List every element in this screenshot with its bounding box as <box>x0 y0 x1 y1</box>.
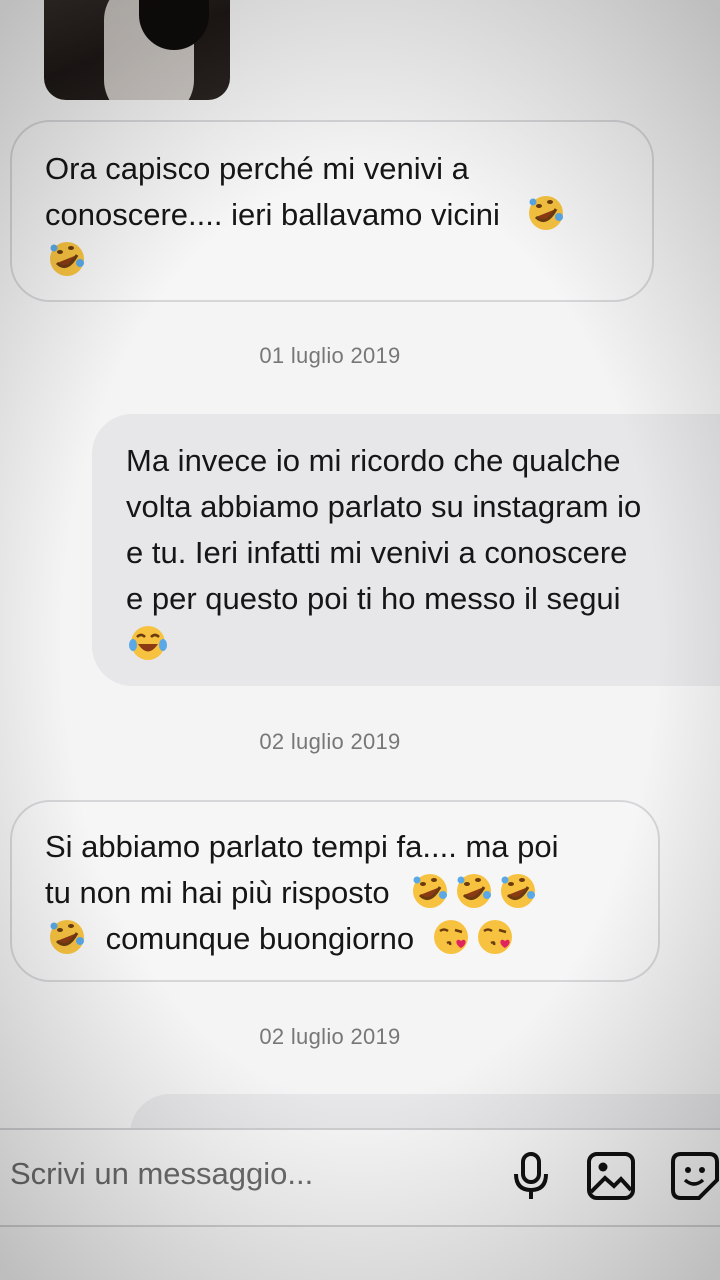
message-input[interactable]: Scrivi un messaggio... <box>10 1156 313 1192</box>
message-bubble-sent[interactable]: Ma invece io mi ricordo che qualche volt… <box>92 414 720 686</box>
message-line: Ma invece io mi ricordo che qualche <box>126 443 621 478</box>
rolling-laughing-emoji-icon <box>50 920 84 954</box>
message-line <box>45 238 652 284</box>
sticker-icon[interactable] <box>670 1150 720 1202</box>
blowing-kiss-emoji-icon <box>477 920 512 954</box>
message-line: e tu. Ieri infatti mi venivi a conoscere <box>126 535 628 570</box>
message-line: e per questo poi ti ho messo il segui <box>126 581 621 616</box>
message-line: conoscere.... ieri ballavamo vicini <box>45 192 652 238</box>
date-separator: 02 luglio 2019 <box>259 729 401 754</box>
shared-photo[interactable] <box>44 0 230 100</box>
rolling-laughing-emoji-icon <box>50 242 84 276</box>
message-line: Si abbiamo parlato tempi fa.... ma poi <box>45 829 559 864</box>
rolling-laughing-emoji-icon <box>501 874 536 908</box>
message-line: Ora capisco perché mi venivi a <box>45 151 469 186</box>
message-bubble-received[interactable]: Si abbiamo parlato tempi fa.... ma poi t… <box>10 800 660 982</box>
date-separator: 02 luglio 2019 <box>259 1024 401 1049</box>
message-composer: Scrivi un messaggio... <box>0 1128 720 1227</box>
rolling-laughing-emoji-icon <box>413 874 448 908</box>
message-line: tu non mi hai più risposto <box>45 870 658 916</box>
blowing-kiss-emoji-icon <box>433 920 468 954</box>
gallery-icon[interactable] <box>586 1150 636 1202</box>
date-separator: 01 luglio 2019 <box>259 343 401 368</box>
rolling-laughing-emoji-icon <box>457 874 492 908</box>
tears-of-joy-emoji-icon <box>129 626 167 660</box>
rolling-laughing-emoji-icon <box>529 196 564 230</box>
message-line <box>126 622 720 668</box>
message-line: comunque buongiorno <box>45 916 658 962</box>
message-bubble-received[interactable]: Ora capisco perché mi venivi a conoscere… <box>10 120 654 302</box>
message-line: volta abbiamo parlato su instagram io <box>126 489 642 524</box>
microphone-icon[interactable] <box>506 1150 556 1202</box>
